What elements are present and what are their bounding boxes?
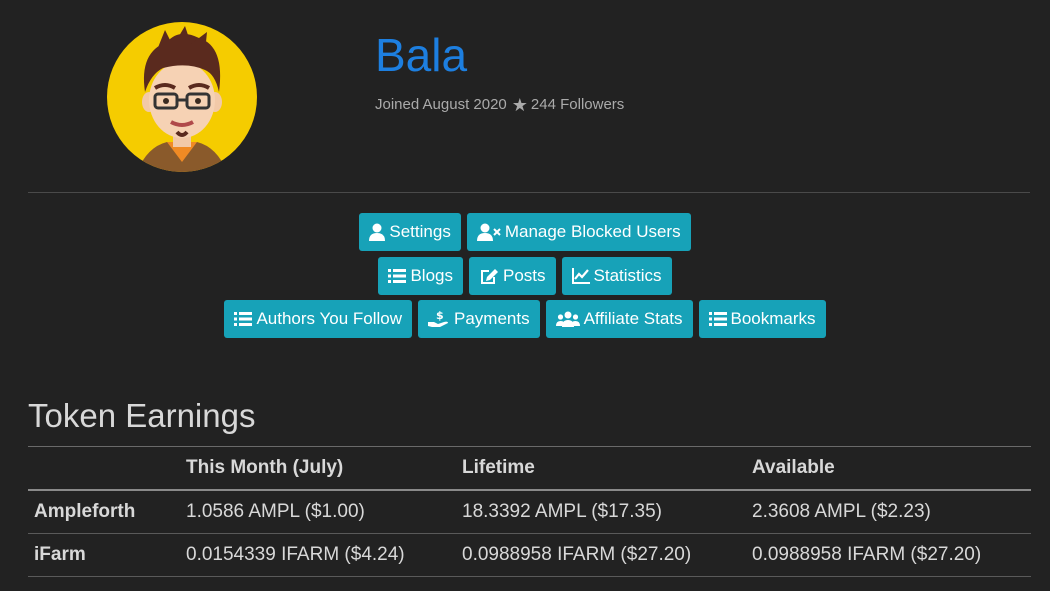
blogs-button[interactable]: Blogs [378,257,463,295]
posts-button[interactable]: Posts [468,257,556,295]
column-header-token [28,447,180,491]
this-month-value: 1.0586 AMPL ($1.00) [180,490,456,534]
authors-you-follow-button[interactable]: Authors You Follow [224,300,412,338]
manage-blocked-users-button-label: Manage Blocked Users [504,222,681,241]
hand-dollar-icon: $ [428,310,448,327]
button-row-3: Authors You Follow $ Payments Affiliate … [0,300,1050,338]
avatar-illustration [137,26,227,172]
table-header-row: This Month (July) Lifetime Available [28,447,1031,491]
settings-button-label: Settings [389,222,451,241]
settings-button[interactable]: Settings [359,213,461,251]
column-header-available: Available [746,447,1031,491]
star-icon: ★ [511,95,528,115]
joined-date: Joined August 2020 [375,96,507,113]
bookmarks-button[interactable]: Bookmarks [698,300,826,338]
users-icon [555,311,580,327]
column-header-this-month: This Month (July) [180,447,456,491]
chart-line-icon [571,268,590,284]
blogs-button-label: Blogs [410,266,453,285]
authors-you-follow-button-label: Authors You Follow [256,309,402,328]
affiliate-stats-button[interactable]: Affiliate Stats [545,300,693,338]
user-icon [369,223,386,241]
svg-text:$: $ [436,310,444,322]
bookmarks-button-label: Bookmarks [730,309,816,328]
profile-name: Bala [375,29,468,81]
this-month-value: 0.0154339 IFARM ($4.24) [180,533,456,577]
divider [28,192,1030,193]
lifetime-value: 0.0988958 IFARM ($27.20) [456,533,746,577]
table-row: Ampleforth 1.0586 AMPL ($1.00) 18.3392 A… [28,490,1031,534]
available-value: 2.3608 AMPL ($2.23) [746,490,1031,534]
edit-icon [480,269,498,284]
table-row: iFarm 0.0154339 IFARM ($4.24) 0.0988958 … [28,533,1031,577]
payments-button[interactable]: $ Payments [418,300,540,338]
affiliate-stats-button-label: Affiliate Stats [583,309,683,328]
user-block-icon [476,223,501,241]
lifetime-value: 18.3392 AMPL ($17.35) [456,490,746,534]
manage-blocked-users-button[interactable]: Manage Blocked Users [466,213,691,251]
followers-count[interactable]: 244 Followers [531,95,624,115]
available-value: 0.0988958 IFARM ($27.20) [746,533,1031,577]
token-name: Ampleforth [28,490,180,534]
avatar [107,22,257,172]
statistics-button-label: Statistics [593,266,662,285]
statistics-button[interactable]: Statistics [561,257,672,295]
profile-meta: Joined August 2020 ★ 244 Followers [375,95,624,115]
token-earnings-title: Token Earnings [28,397,256,434]
posts-button-label: Posts [502,266,546,285]
button-row-2: Blogs Posts Statistics [0,257,1050,295]
token-name: iFarm [28,533,180,577]
list-icon [234,312,253,326]
payments-button-label: Payments [454,309,530,328]
list-icon [388,269,407,283]
button-row-1: Settings Manage Blocked Users [0,213,1050,251]
list-icon [708,312,727,326]
column-header-lifetime: Lifetime [456,447,746,491]
token-earnings-table: This Month (July) Lifetime Available Amp… [28,446,1031,577]
